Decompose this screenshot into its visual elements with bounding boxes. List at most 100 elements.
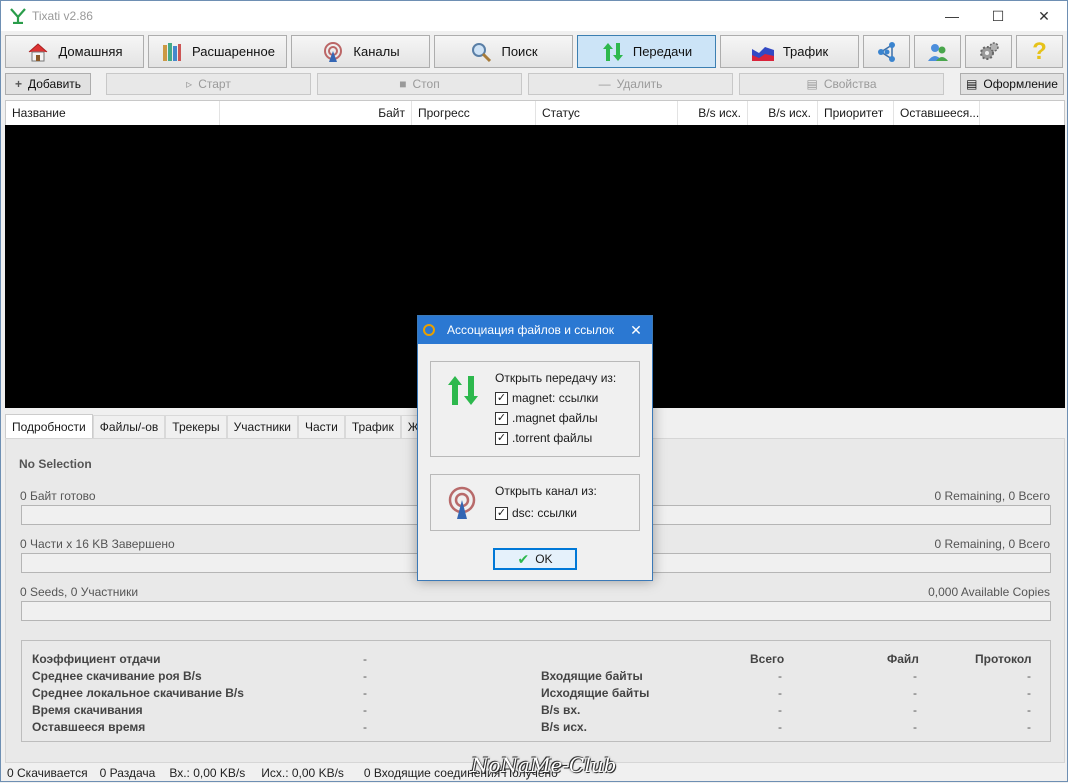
file-association-dialog: Ассоциация файлов и ссылок ✕ Открыть пер…: [417, 315, 653, 581]
minimize-button[interactable]: —: [929, 1, 975, 31]
traffic-button[interactable]: Трафик: [720, 35, 859, 68]
dialog-app-icon: [423, 324, 435, 336]
properties-button[interactable]: ▤ Свойства: [739, 73, 944, 95]
incoming-rate: Вх.: 0,00 KB/s: [169, 766, 246, 780]
selection-label: No Selection: [19, 457, 92, 471]
tixati-logo-icon: [10, 8, 26, 24]
ok-label: OK: [535, 552, 553, 566]
magnet-files-label: .magnet файлы: [512, 411, 598, 425]
network-button[interactable]: [863, 35, 910, 68]
check-icon: ✓: [495, 391, 508, 405]
network-nodes-icon: [875, 40, 899, 64]
outgoing-rate: Исх.: 0,00 KB/s: [261, 766, 344, 780]
watermark: NoNaMe-Club: [471, 753, 617, 777]
gears-icon: [977, 40, 1001, 64]
layout-label: Оформление: [983, 77, 1058, 91]
home-button[interactable]: Домашняя: [5, 35, 144, 68]
local-dl-label: Среднее локальное скачивание B/s: [32, 686, 244, 700]
bs-in-total: -: [778, 703, 782, 717]
transfer-group: Открыть передачу из: ✓ magnet: ссылки ✓ …: [430, 361, 640, 457]
broadcast-icon: [448, 486, 476, 519]
delete-label: Удалить: [616, 77, 663, 91]
tab-pieces[interactable]: Части: [297, 415, 345, 439]
transfers-button[interactable]: Передачи: [577, 35, 716, 68]
magnet-links-checkbox[interactable]: ✓ magnet: ссылки: [495, 391, 598, 405]
channels-label: Каналы: [353, 44, 400, 59]
start-label: Старт: [198, 77, 231, 91]
tab-traffic[interactable]: Трафик: [344, 415, 401, 439]
checkmark-icon: ✔: [517, 550, 530, 567]
tab-peers[interactable]: Участники: [226, 415, 298, 439]
downloading-count: 0 Скачивается: [7, 766, 88, 780]
ok-button[interactable]: ✔ OK: [493, 548, 577, 570]
bytes-ready-label: 0 Байт готово: [20, 489, 96, 503]
torrent-files-label: .torrent файлы: [512, 431, 593, 445]
window-controls: — ☐ ✕: [929, 1, 1067, 31]
traffic-graph-icon: [751, 40, 775, 64]
add-button[interactable]: + Добавить: [5, 73, 91, 95]
column-status[interactable]: Статус: [536, 101, 678, 125]
column-bytes[interactable]: Байт: [220, 101, 412, 125]
column-remaining[interactable]: Оставшееся...: [894, 101, 980, 125]
properties-label: Свойства: [823, 77, 877, 91]
details-tabs: Подробности Файлы/-ов Трекеры Участники …: [5, 414, 426, 439]
shared-label: Расшаренное: [192, 44, 275, 59]
out-bytes-file: -: [913, 686, 917, 700]
col-file-header: Файл: [887, 652, 919, 666]
tab-files[interactable]: Файлы/-ов: [92, 415, 166, 439]
column-bs-out-1[interactable]: B/s исх.: [678, 101, 748, 125]
layout-button[interactable]: ▤ Оформление: [960, 73, 1064, 95]
stop-label: Стоп: [412, 77, 440, 91]
magnet-files-checkbox[interactable]: ✓ .magnet файлы: [495, 411, 598, 425]
dialog-title-bar: Ассоциация файлов и ссылок ✕: [418, 316, 652, 344]
layout-icon: ▤: [966, 77, 978, 91]
swarm-dl-value: -: [363, 669, 367, 683]
search-icon: [469, 40, 493, 64]
out-bytes-label: Исходящие байты: [541, 686, 650, 700]
window-title: Tixati v2.86: [32, 9, 93, 23]
settings-button[interactable]: [965, 35, 1012, 68]
bs-out-total: -: [778, 720, 782, 734]
start-button[interactable]: ▹ Старт: [106, 73, 311, 95]
bs-out-file: -: [913, 720, 917, 734]
torrent-files-checkbox[interactable]: ✓ .torrent файлы: [495, 431, 592, 445]
delete-button[interactable]: — Удалить: [528, 73, 733, 95]
check-icon: ✓: [495, 411, 508, 425]
seeding-count: 0 Раздача: [99, 766, 156, 780]
transfers-label: Передачи: [632, 44, 693, 59]
in-bytes-label: Входящие байты: [541, 669, 643, 683]
seeds-label: 0 Seeds, 0 Участники: [20, 585, 139, 599]
stop-button[interactable]: ■ Стоп: [317, 73, 522, 95]
close-button[interactable]: ✕: [1021, 1, 1067, 31]
dialog-title: Ассоциация файлов и ссылок: [447, 323, 614, 337]
shared-button[interactable]: Расшаренное: [148, 35, 287, 68]
column-bs-out-2[interactable]: B/s исх.: [748, 101, 818, 125]
column-name[interactable]: Название: [6, 101, 220, 125]
transfer-toolbar: + Добавить ▹ Старт ■ Стоп — Удалить ▤ Св…: [5, 73, 1064, 95]
tab-trackers[interactable]: Трекеры: [165, 415, 227, 439]
plus-icon: +: [14, 77, 22, 91]
bytes-remaining-label: 0 Remaining, 0 Всего: [934, 489, 1050, 503]
search-button[interactable]: Поиск: [434, 35, 573, 68]
app-window: Tixati v2.86 — ☐ ✕ Домашняя Расшаренное …: [0, 0, 1068, 782]
remaining-time-label: Оставшееся время: [32, 720, 146, 734]
broadcast-icon: [321, 40, 345, 64]
column-priority[interactable]: Приоритет: [818, 101, 894, 125]
maximize-button[interactable]: ☐: [975, 1, 1021, 31]
question-mark-icon: ?: [1032, 37, 1047, 65]
column-progress[interactable]: Прогресс: [412, 101, 536, 125]
ratio-value: -: [363, 652, 367, 666]
dialog-close-icon[interactable]: ✕: [620, 322, 652, 339]
stats-box: Коэффициент отдачи Среднее скачивание ро…: [21, 640, 1051, 742]
channels-button[interactable]: Каналы: [291, 35, 430, 68]
in-bytes-protocol: -: [1027, 669, 1031, 683]
swarm-dl-label: Среднее скачивание роя B/s: [32, 669, 202, 683]
bs-in-label: B/s вх.: [541, 703, 581, 717]
dsc-links-checkbox[interactable]: ✓ dsc: ссылки: [495, 506, 577, 520]
users-button[interactable]: [914, 35, 961, 68]
tab-details[interactable]: Подробности: [5, 414, 93, 439]
users-icon: [926, 40, 950, 64]
help-button[interactable]: ?: [1016, 35, 1063, 68]
pieces-remaining-label: 0 Remaining, 0 Всего: [934, 537, 1050, 551]
play-icon: ▹: [186, 77, 193, 91]
